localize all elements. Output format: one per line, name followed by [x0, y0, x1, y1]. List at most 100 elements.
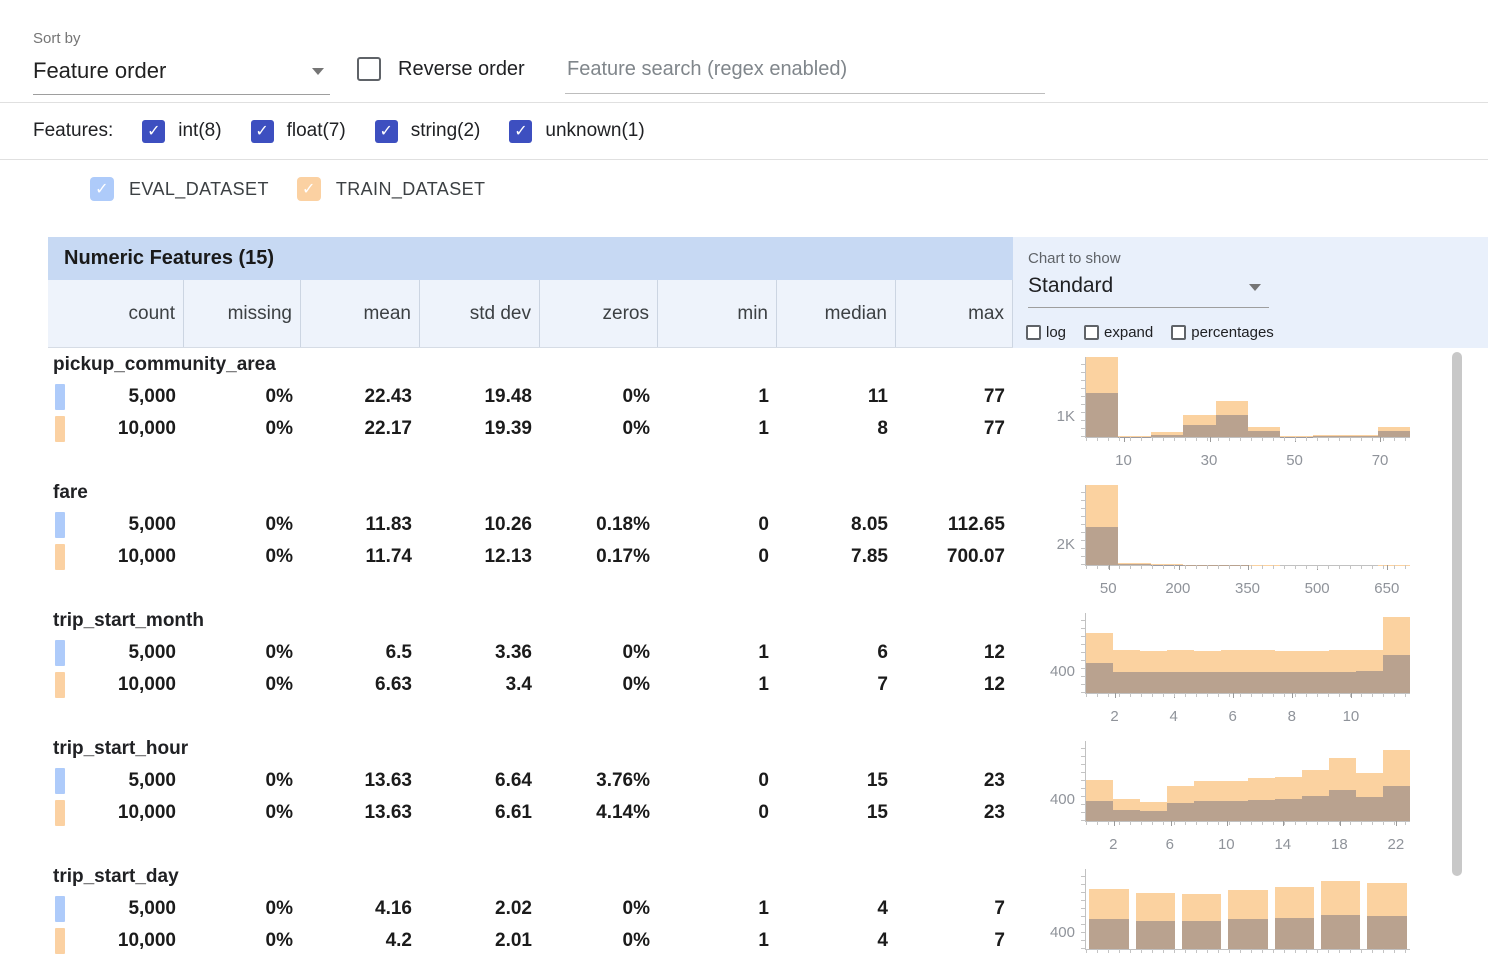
- dataset-label: TRAIN_DATASET: [336, 179, 486, 200]
- feature-type-filter-label: unknown(1): [545, 120, 644, 142]
- histogram-bar-eval: [1329, 790, 1355, 821]
- x-axis-tick-label: 350: [1235, 580, 1260, 597]
- feature-type-filter-unknown[interactable]: unknown(1): [509, 120, 644, 143]
- stat-cell-mean: 6.5: [301, 637, 420, 669]
- stat-cell-missing: 0%: [184, 797, 301, 829]
- feature-type-filter-int[interactable]: int(8): [142, 120, 221, 143]
- stat-cell-std-dev: 2.01: [420, 925, 540, 957]
- x-axis-tick: [1387, 565, 1388, 570]
- stat-cell-median: 4: [777, 925, 896, 957]
- stat-cell-min: 1: [658, 893, 777, 925]
- stat-cell-median: 11: [777, 381, 896, 413]
- chart-option-log[interactable]: log: [1026, 324, 1066, 341]
- stat-cell-max: 77: [896, 413, 1013, 445]
- chart-option-checkboxes: log expand percentages: [1026, 324, 1274, 341]
- train-legend-swatch: [55, 416, 65, 442]
- reverse-order-checkbox[interactable]: Reverse order: [357, 57, 525, 81]
- histogram-bar-eval: [1383, 786, 1409, 821]
- feature-block: trip_start_hour5,0000%13.636.643.76%0152…: [48, 732, 1488, 860]
- train-legend-swatch: [55, 672, 65, 698]
- x-axis-tick-label: 4: [1169, 708, 1177, 725]
- chevron-down-icon: [312, 68, 324, 75]
- histogram-bar-eval: [1302, 672, 1328, 693]
- histogram-bar-eval: [1356, 797, 1382, 821]
- checkbox-unchecked-icon: [357, 57, 381, 81]
- feature-type-filter-label: float(7): [287, 120, 346, 142]
- x-axis-tick-label: 650: [1374, 580, 1399, 597]
- stat-cell-mean: 22.43: [301, 381, 420, 413]
- feature-stats: trip_start_day5,0000%4.162.020%14710,000…: [48, 860, 1013, 968]
- stat-cell-median: 8.05: [777, 509, 896, 541]
- toolbar: Sort by Feature order Reverse order: [0, 0, 1488, 103]
- eval-legend-swatch: [55, 640, 65, 666]
- column-header-count: count: [48, 280, 184, 347]
- x-axis-tick: [1283, 821, 1284, 826]
- x-axis-tick: [1248, 565, 1249, 570]
- reverse-order-label: Reverse order: [398, 58, 525, 81]
- x-axis-tick: [1351, 693, 1352, 698]
- stats-row-train: 10,0000%13.636.614.14%01523: [48, 797, 1013, 829]
- x-axis-tick: [1171, 821, 1172, 826]
- stat-cell-min: 1: [658, 381, 777, 413]
- x-axis-labels: 246810: [1085, 708, 1410, 726]
- dataset-toggle-train[interactable]: TRAIN_DATASET: [297, 177, 486, 201]
- x-axis-tick-label: 18: [1331, 836, 1348, 853]
- vertical-scrollbar[interactable]: [1452, 352, 1462, 876]
- histogram-bar-eval: [1086, 801, 1112, 821]
- checkbox-checked-icon: [251, 120, 274, 143]
- x-axis-tick: [1396, 821, 1397, 826]
- table-body: pickup_community_area5,0000%22.4319.480%…: [48, 348, 1488, 968]
- stat-cell-count: 10,000: [48, 797, 184, 829]
- y-axis-tick-label: 1K: [1013, 408, 1075, 425]
- x-axis-tick-label: 2: [1110, 708, 1118, 725]
- histogram-bar-eval: [1383, 655, 1409, 693]
- stat-cell-zeros: 0%: [540, 637, 658, 669]
- feature-histogram: 4002610141822: [1013, 732, 1488, 860]
- checkbox-checked-icon: [90, 177, 114, 201]
- chart-option-expand[interactable]: expand: [1084, 324, 1153, 341]
- x-axis-tick-label: 8: [1288, 708, 1296, 725]
- x-axis-tick-label: 14: [1274, 836, 1291, 853]
- histogram-bar-train: [1151, 564, 1183, 565]
- checkbox-unchecked-icon: [1084, 325, 1099, 340]
- sort-by-select[interactable]: Feature order: [33, 56, 330, 95]
- sort-by-label: Sort by: [33, 30, 81, 47]
- stat-cell-max: 112.65: [896, 509, 1013, 541]
- feature-search-input[interactable]: [565, 52, 1045, 94]
- histogram-bar-eval: [1248, 672, 1274, 693]
- stat-cell-count: 5,000: [48, 381, 184, 413]
- x-axis-tick: [1317, 565, 1318, 570]
- histogram-plot: [1085, 869, 1410, 950]
- stat-cell-median: 7: [777, 669, 896, 701]
- feature-block: trip_start_month5,0000%6.53.360%161210,0…: [48, 604, 1488, 732]
- x-axis-tick: [1292, 693, 1293, 698]
- stat-cell-max: 77: [896, 381, 1013, 413]
- train-legend-swatch: [55, 928, 65, 954]
- eval-legend-swatch: [55, 768, 65, 794]
- sort-by-value: Feature order: [33, 58, 166, 83]
- stat-cell-max: 12: [896, 637, 1013, 669]
- feature-type-filter-float[interactable]: float(7): [251, 120, 346, 143]
- stat-cell-std-dev: 19.39: [420, 413, 540, 445]
- table-header-left: Numeric Features (15) countmissingmeanst…: [48, 237, 1013, 348]
- x-axis-tick-label: 30: [1201, 452, 1218, 469]
- chart-option-percentages[interactable]: percentages: [1171, 324, 1274, 341]
- y-axis-tick-label: 400: [1013, 791, 1075, 808]
- stat-cell-count: 5,000: [48, 637, 184, 669]
- feature-histogram: 1K10305070: [1013, 348, 1488, 476]
- stat-cell-missing: 0%: [184, 541, 301, 573]
- stats-row-eval: 5,0000%11.8310.260.18%08.05112.65: [48, 509, 1013, 541]
- feature-stats: trip_start_month5,0000%6.53.360%161210,0…: [48, 604, 1013, 732]
- feature-type-filter-string[interactable]: string(2): [375, 120, 481, 143]
- stat-cell-zeros: 4.14%: [540, 797, 658, 829]
- column-header-mean: mean: [301, 280, 420, 347]
- stat-cell-mean: 4.16: [301, 893, 420, 925]
- dataset-toggle-eval[interactable]: EVAL_DATASET: [90, 177, 269, 201]
- stats-row-eval: 5,0000%13.636.643.76%01523: [48, 765, 1013, 797]
- feature-stats: trip_start_hour5,0000%13.636.643.76%0152…: [48, 732, 1013, 860]
- feature-name: trip_start_day: [48, 860, 1013, 893]
- chart-type-select[interactable]: Standard: [1028, 274, 1269, 308]
- x-axis-tick: [1174, 693, 1175, 698]
- histogram-bar-eval: [1367, 916, 1406, 949]
- stats-row-train: 10,0000%6.633.40%1712: [48, 669, 1013, 701]
